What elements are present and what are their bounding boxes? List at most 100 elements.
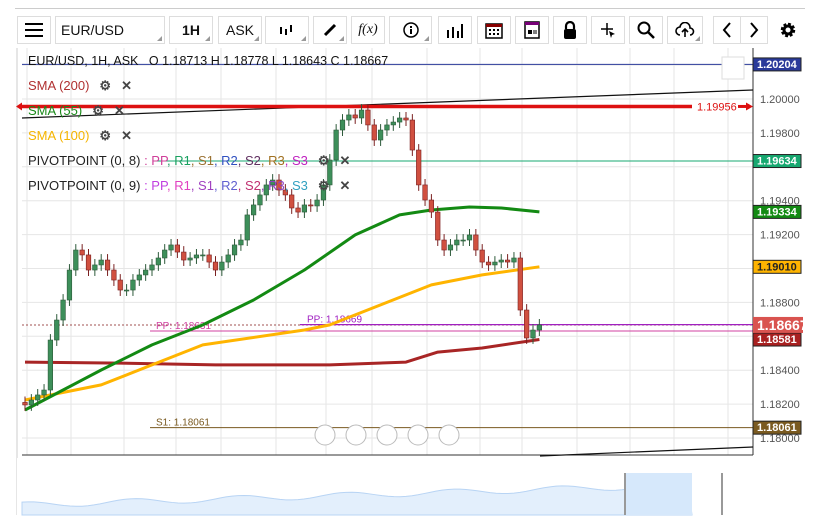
zoom-in-icon[interactable] <box>407 424 429 446</box>
candle <box>73 249 79 271</box>
candle <box>390 121 396 126</box>
candle <box>92 264 98 271</box>
price-tag: 1.19334 <box>757 206 798 218</box>
fit-icon[interactable] <box>376 424 398 446</box>
candle <box>149 264 155 271</box>
plot-area <box>15 48 753 455</box>
candle <box>79 249 85 256</box>
price-tag: 1.18061 <box>757 422 797 434</box>
candle <box>181 251 187 261</box>
candle <box>517 257 523 311</box>
candle <box>200 254 206 257</box>
candle <box>130 279 136 291</box>
candle <box>295 207 301 213</box>
candle <box>358 109 365 119</box>
indicator-label[interactable]: SMA (100) <box>28 128 89 143</box>
candle <box>422 184 428 201</box>
candle <box>187 257 193 261</box>
candle <box>473 234 479 251</box>
candle <box>162 249 168 259</box>
close-icon[interactable]: ✕ <box>114 103 125 119</box>
pivot-component: , S3 <box>284 153 308 168</box>
candle <box>435 211 441 241</box>
pivot-component: : PP <box>140 178 167 193</box>
candle <box>117 279 123 291</box>
candle <box>174 244 181 253</box>
zoom-out-icon[interactable] <box>345 424 367 446</box>
candle <box>409 119 415 151</box>
price-tag: 1.18581 <box>757 334 797 346</box>
candle <box>352 114 358 119</box>
candle <box>308 204 314 207</box>
indicator-label[interactable]: PIVOTPOINT (0, 8) <box>28 153 140 168</box>
price-tag: 1.18667 <box>757 317 808 333</box>
candle <box>193 254 200 259</box>
pivot-s1-label: S1: 1.18061 <box>156 418 210 429</box>
pivot-component: , R1 <box>166 178 191 193</box>
candle <box>416 149 422 186</box>
gear-icon[interactable]: ⚙ <box>99 128 111 144</box>
candle <box>168 244 174 251</box>
candle <box>530 329 536 339</box>
candle <box>98 259 104 266</box>
y-tick-label: 1.20000 <box>760 94 800 106</box>
candle <box>219 261 225 271</box>
pivot-component: , R2 <box>213 153 238 168</box>
indicator-label[interactable]: SMA (200) <box>28 78 89 93</box>
candle <box>85 254 92 271</box>
price-tag: 1.20204 <box>757 59 798 71</box>
candle <box>257 194 263 206</box>
candle <box>466 234 473 241</box>
pivot-component: , S1 <box>190 178 214 193</box>
candle <box>524 309 530 339</box>
candle <box>384 124 390 131</box>
candle <box>22 402 28 406</box>
candle <box>397 117 403 123</box>
chevron-left-icon[interactable] <box>314 424 336 446</box>
pivot-component: : PP <box>140 153 167 168</box>
chevron-right-icon[interactable] <box>438 424 460 446</box>
candle <box>536 324 542 331</box>
candle <box>28 399 34 406</box>
candle <box>504 259 511 263</box>
candle <box>447 244 454 251</box>
candle <box>244 214 250 241</box>
indicator-label[interactable]: SMA (55) <box>28 103 82 118</box>
candle <box>289 194 295 209</box>
y-tick-label: 1.18200 <box>760 399 800 411</box>
candle <box>441 239 447 251</box>
candle <box>231 244 238 256</box>
indicator-label[interactable]: PIVOTPOINT (0, 9) <box>28 178 140 193</box>
chart-header: EUR/USD, 1H, ASK O 1.18713 H 1.18778 L 1… <box>28 54 388 68</box>
candle <box>60 299 66 321</box>
gear-icon[interactable]: ⚙ <box>318 178 330 194</box>
candle <box>35 394 41 401</box>
close-icon[interactable]: ✕ <box>121 128 132 144</box>
close-icon[interactable]: ✕ <box>340 178 351 194</box>
candle <box>143 269 149 276</box>
pivot-component: , R3 <box>260 153 285 168</box>
candle <box>47 339 53 391</box>
candle <box>66 269 73 301</box>
candle <box>377 129 384 141</box>
candle <box>301 204 308 213</box>
candle <box>136 274 142 281</box>
candle <box>365 109 371 126</box>
alert-label: 1.19956 <box>697 101 737 113</box>
gear-icon[interactable]: ⚙ <box>92 103 104 119</box>
gear-icon[interactable]: ⚙ <box>318 153 330 169</box>
chart-info: EUR/USD, 1H, ASK <box>28 54 139 68</box>
y-tick-label: 1.19200 <box>760 230 800 242</box>
pivot-component: , S3 <box>284 178 308 193</box>
close-icon[interactable]: ✕ <box>340 153 351 169</box>
candle <box>111 269 117 281</box>
candle <box>238 239 244 246</box>
indicator-legend: SMA (200) ⚙ ✕ <box>28 78 132 94</box>
indicator-legend: SMA (100) ⚙ ✕ <box>28 128 132 144</box>
candle <box>104 259 111 271</box>
ohlc-values: O 1.18713 H 1.18778 L 1.18643 C 1.18667 <box>148 54 389 68</box>
gear-icon[interactable]: ⚙ <box>99 78 111 94</box>
y-tick-label: 1.18400 <box>760 365 800 377</box>
close-icon[interactable]: ✕ <box>121 78 132 94</box>
candle <box>314 199 320 207</box>
